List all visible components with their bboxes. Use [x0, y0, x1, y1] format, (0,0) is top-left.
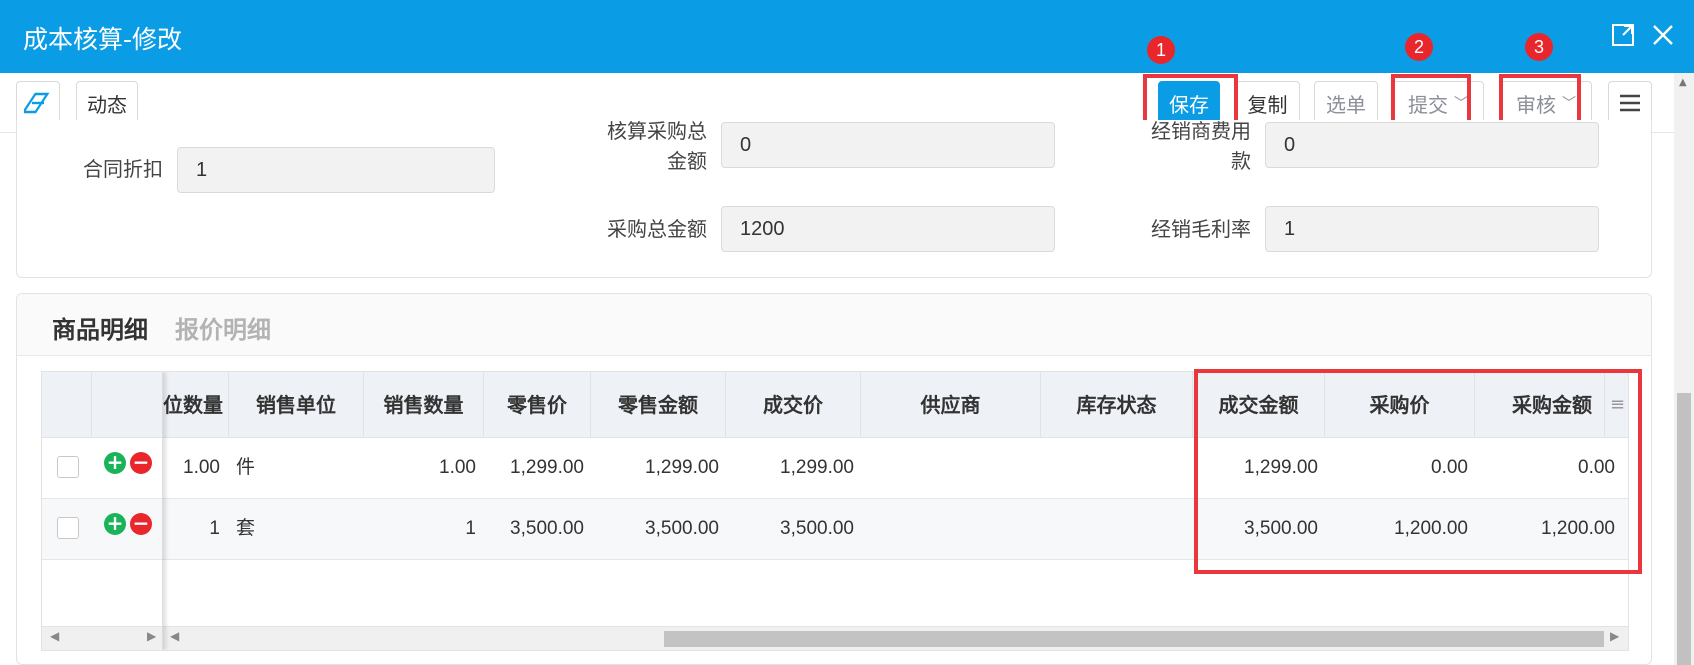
page-scrollbar[interactable]: ▲ [1674, 73, 1694, 665]
contract-discount-field[interactable]: 1 [177, 147, 495, 193]
menu-button[interactable] [1608, 81, 1652, 125]
remove-row-icon[interactable]: − [130, 513, 152, 535]
grid-header: 位数量 销售单位 销售数量 零售价 零售金额 成交价 供应商 库存状态 成交金额… [42, 372, 1628, 438]
dealer-fee-field[interactable]: 0 [1265, 122, 1599, 168]
chevron-down-icon: ﹀ [1562, 96, 1576, 112]
menu-icon [1620, 94, 1640, 112]
submit-label: 提交 [1408, 92, 1448, 117]
scrollbar-thumb[interactable] [664, 631, 1604, 647]
add-row-icon[interactable]: + [104, 513, 126, 535]
chevron-down-icon: ﹀ [1454, 96, 1468, 112]
cell-unit-qty: 1 [209, 518, 220, 539]
header-actions [92, 372, 163, 438]
horizontal-scrollbar[interactable]: ◀ ▶ ◀ ▶ [42, 626, 1628, 650]
scroll-left-icon[interactable]: ◀ [50, 629, 59, 643]
submit-dropdown[interactable]: 提交 ﹀ [1392, 81, 1484, 125]
eraser-button[interactable] [16, 81, 60, 125]
dealer-fee-label-line1: 经销商费用 [1151, 119, 1251, 143]
cell-sales-unit: 件 [236, 457, 256, 478]
row-checkbox[interactable] [57, 456, 79, 478]
cell-deal-price: 1,299.00 [780, 457, 854, 478]
cell-supplier [861, 438, 1041, 498]
dealer-margin-label: 经销毛利率 [1151, 217, 1251, 241]
scroll-right-icon[interactable]: ▶ [1610, 629, 1619, 643]
cell-sales-qty: 1 [465, 518, 476, 539]
acct-purchase-total-field[interactable]: 0 [721, 122, 1055, 168]
cell-retail-amount: 1,299.00 [645, 457, 719, 478]
add-row-icon[interactable]: + [104, 452, 126, 474]
contract-discount-label: 合同折扣 [83, 157, 163, 181]
scroll-up-icon[interactable]: ▲ [1679, 77, 1687, 88]
detail-tabs: 商品明细 报价明细 [17, 294, 1651, 356]
acct-purchase-total-label-line2: 金额 [667, 149, 707, 173]
table-row[interactable]: + − 1 套 1 3,500.00 3,500.00 3,500.00 3,5… [42, 499, 1628, 560]
cell-purchase-price: 1,200.00 [1394, 518, 1468, 539]
dealer-fee-label: 经销商费用 款 [1117, 116, 1251, 176]
column-menu-icon[interactable]: ≡ [1605, 372, 1628, 438]
marker-1: 1 [1147, 36, 1175, 64]
cell-stock-status [1041, 499, 1193, 559]
scroll-left-icon[interactable]: ◀ [170, 629, 179, 643]
dealer-margin-field[interactable]: 1 [1265, 206, 1599, 252]
cell-deal-price: 3,500.00 [780, 518, 854, 539]
header-stock-status[interactable]: 库存状态 [1041, 372, 1193, 438]
cell-unit-qty: 1.00 [183, 457, 220, 478]
cell-sales-qty: 1.00 [439, 457, 476, 478]
page-scrollbar-thumb[interactable] [1677, 393, 1691, 665]
eraser-icon [24, 92, 50, 114]
header-supplier[interactable]: 供应商 [861, 372, 1041, 438]
cell-retail-price: 3,500.00 [510, 518, 584, 539]
title-bar: 成本核算-修改 [0, 0, 1694, 73]
header-unit-qty[interactable]: 位数量 [163, 372, 229, 438]
acct-purchase-total-label: 核算采购总 金额 [577, 116, 707, 176]
header-select [42, 372, 92, 438]
scroll-right-icon[interactable]: ▶ [147, 629, 156, 643]
cell-stock-status [1041, 438, 1193, 498]
tab-quote-detail[interactable]: 报价明细 [175, 310, 271, 345]
audit-dropdown[interactable]: 审核 ﹀ [1500, 81, 1592, 125]
cell-purchase-amount: 1,200.00 [1541, 518, 1615, 539]
header-purchase-price[interactable]: 采购价 [1325, 372, 1475, 438]
marker-2: 2 [1405, 33, 1433, 61]
product-grid: 位数量 销售单位 销售数量 零售价 零售金额 成交价 供应商 库存状态 成交金额… [41, 371, 1629, 651]
maximize-icon[interactable] [1610, 22, 1636, 48]
close-icon[interactable] [1650, 22, 1676, 48]
cell-retail-price: 1,299.00 [510, 457, 584, 478]
header-deal-price[interactable]: 成交价 [726, 372, 861, 438]
header-retail-amount[interactable]: 零售金额 [591, 372, 726, 438]
remove-row-icon[interactable]: − [130, 452, 152, 474]
select-button[interactable]: 选单 [1314, 81, 1378, 125]
cell-deal-amount: 3,500.00 [1244, 518, 1318, 539]
cell-supplier [861, 499, 1041, 559]
cell-purchase-price: 0.00 [1431, 457, 1468, 478]
cell-purchase-amount: 0.00 [1578, 457, 1615, 478]
header-deal-amount[interactable]: 成交金额 [1193, 372, 1325, 438]
header-sales-unit[interactable]: 销售单位 [229, 372, 364, 438]
dynamic-button[interactable]: 动态 [76, 81, 138, 125]
dealer-fee-label-line2: 款 [1231, 149, 1251, 173]
audit-label: 审核 [1516, 92, 1556, 117]
purchase-total-field[interactable]: 1200 [721, 206, 1055, 252]
marker-3: 3 [1525, 33, 1553, 61]
purchase-total-label: 采购总金额 [607, 217, 707, 241]
acct-purchase-total-label-line1: 核算采购总 [607, 119, 707, 143]
cell-retail-amount: 3,500.00 [645, 518, 719, 539]
cell-deal-amount: 1,299.00 [1244, 457, 1318, 478]
header-sales-qty[interactable]: 销售数量 [364, 372, 484, 438]
form-section: 合同折扣 1 核算采购总 金额 0 经销商费用 款 0 采购总金额 1200 经… [16, 119, 1652, 278]
window-title: 成本核算-修改 [23, 25, 183, 54]
table-row[interactable]: + − 1.00 件 1.00 1,299.00 1,299.00 1,299.… [42, 438, 1628, 499]
header-retail-price[interactable]: 零售价 [484, 372, 591, 438]
row-checkbox[interactable] [57, 517, 79, 539]
tab-product-detail[interactable]: 商品明细 [52, 310, 148, 345]
header-purchase-amount[interactable]: 采购金额 [1475, 372, 1605, 438]
cell-sales-unit: 套 [236, 518, 256, 539]
